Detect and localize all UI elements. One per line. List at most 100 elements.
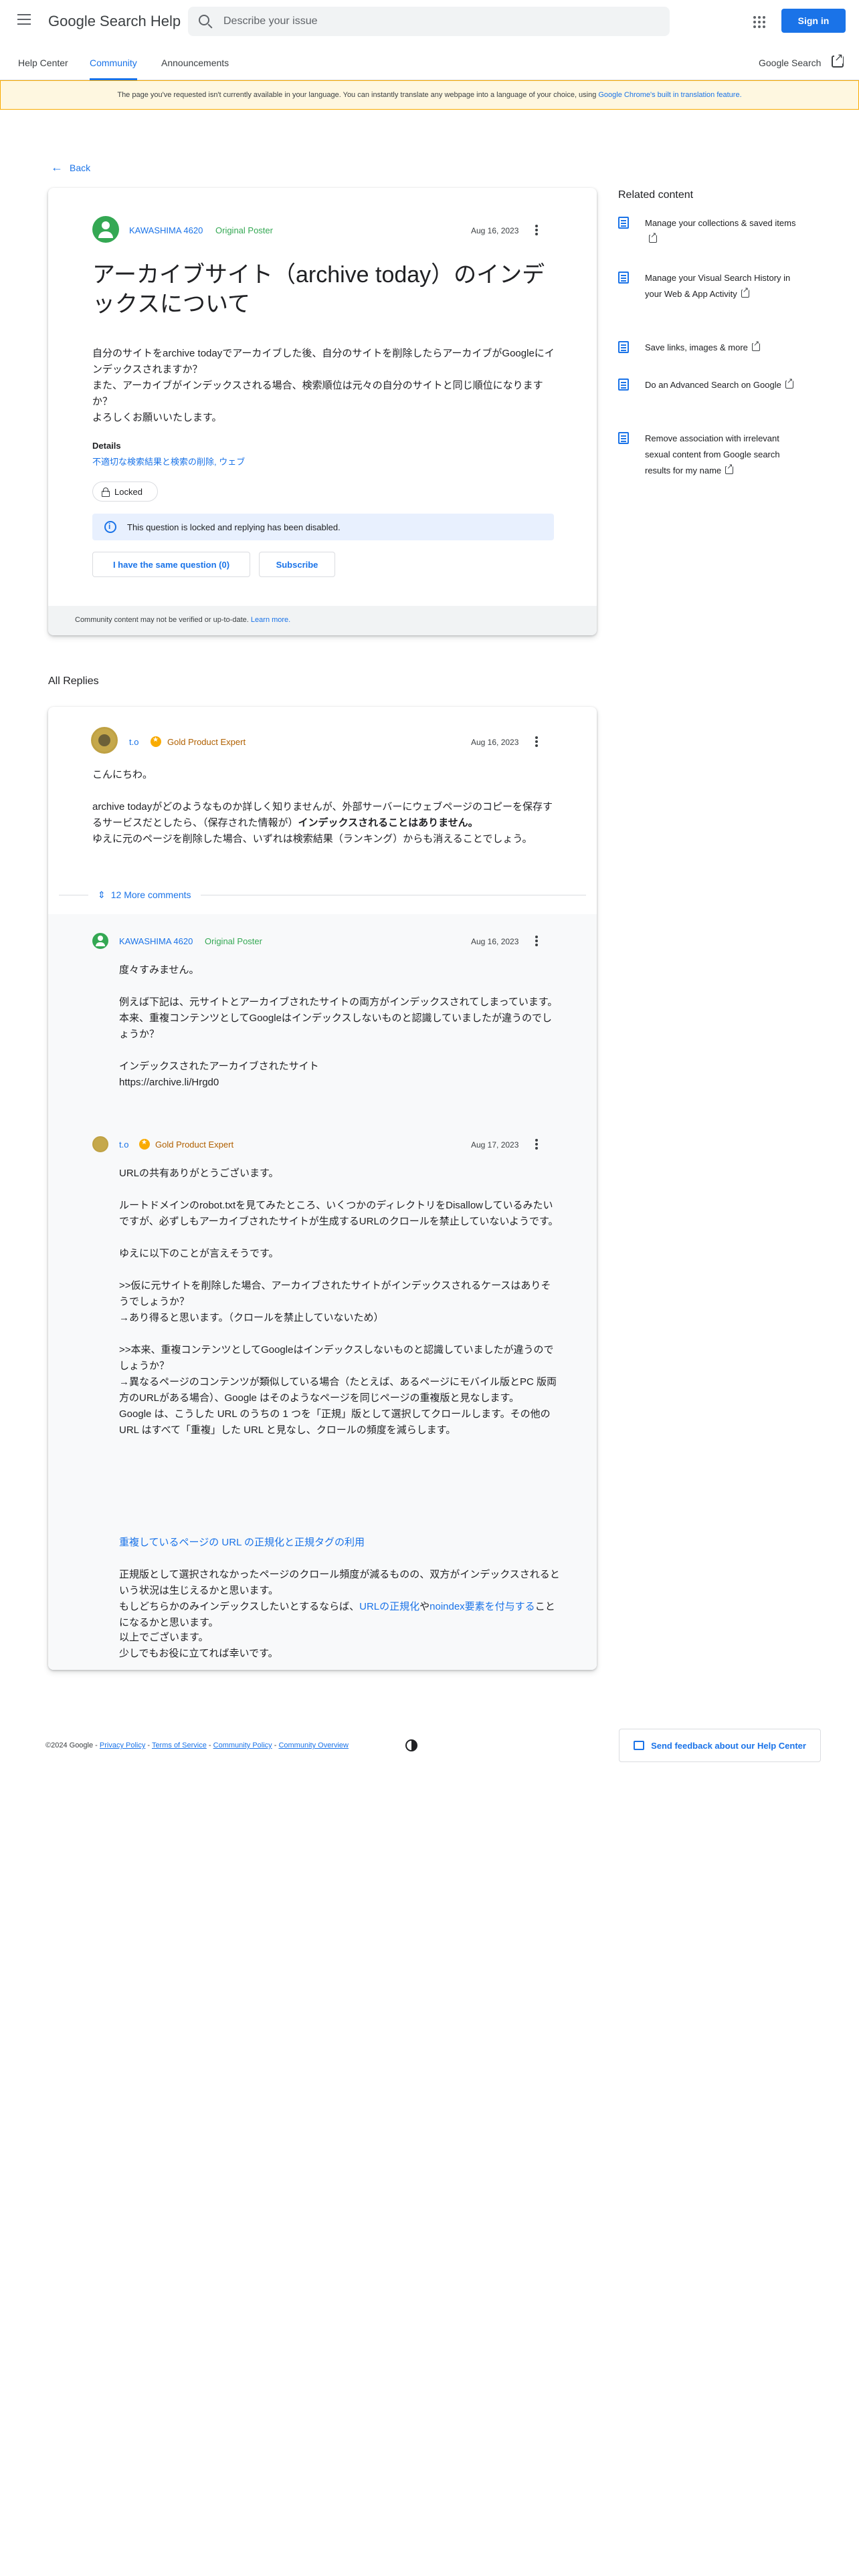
- google-search-link[interactable]: Google Search: [759, 58, 821, 68]
- canonical-guide-link[interactable]: 重複しているページの URL の正規化と正規タグの利用: [119, 1535, 561, 1551]
- page-footer: ©2024 Google - Privacy Policy - Terms of…: [45, 1741, 349, 1749]
- comment-author[interactable]: t.o: [119, 1140, 128, 1150]
- comment-body: URLの共有ありがとうございます。 ルートドメインのrobot.txtを見てみた…: [119, 1168, 559, 1436]
- feedback-label: Send feedback about our Help Center: [651, 1740, 806, 1751]
- subscribe-button[interactable]: Subscribe: [259, 552, 335, 577]
- all-replies-heading: All Replies: [48, 675, 99, 687]
- question-date: Aug 16, 2023: [471, 226, 519, 235]
- brand-title[interactable]: Google Search Help: [48, 13, 181, 30]
- comment-date: Aug 17, 2023: [471, 1140, 519, 1150]
- external-link-icon: [741, 287, 749, 298]
- send-feedback-button[interactable]: Send feedback about our Help Center: [619, 1729, 821, 1762]
- related-item-label: Do an Advanced Search on Google: [645, 380, 781, 390]
- disclaimer-text: Community content may not be verified or…: [75, 616, 249, 624]
- search-placeholder: Describe your issue: [223, 15, 318, 27]
- comment-body-continued: 正規版として選択されなかったページのクロール頻度が減るものの、双方がインデックス…: [119, 1567, 561, 1631]
- terms-link[interactable]: Terms of Service: [152, 1741, 207, 1749]
- external-link-icon: [649, 232, 657, 243]
- related-item[interactable]: Do an Advanced Search on Google: [618, 377, 805, 411]
- article-icon: [618, 379, 629, 391]
- article-icon: [618, 432, 629, 444]
- question-author[interactable]: KAWASHIMA 4620: [129, 225, 203, 235]
- locked-info-banner: This question is locked and replying has…: [92, 514, 554, 540]
- top-app-bar: Google Search Help Describe your issue S…: [0, 0, 859, 41]
- more-options-icon[interactable]: [535, 936, 538, 946]
- related-item-label: Manage your Visual Search History in you…: [645, 273, 791, 299]
- locked-chip: Locked: [92, 481, 158, 502]
- details-label: Details: [92, 441, 121, 451]
- avatar: [92, 933, 108, 949]
- external-link-icon: [785, 378, 793, 389]
- question-title: アーカイブサイト（archive today）のインデックスについて: [92, 262, 545, 317]
- gold-expert-badge: Gold Product Expert: [167, 737, 246, 747]
- details-category-link[interactable]: 不適切な検索結果と検索の削除, ウェブ: [92, 455, 245, 467]
- locked-info-text: This question is locked and replying has…: [127, 522, 341, 532]
- reply-body-part-2: ゆえに元のページを削除した場合、いずれは検索結果（ランキング）からも消えることで…: [92, 833, 533, 845]
- expand-icon: ⇕: [98, 889, 106, 900]
- community-policy-link[interactable]: Community Policy: [213, 1741, 272, 1749]
- locked-label: Locked: [114, 486, 142, 497]
- gold-expert-icon: [139, 1139, 150, 1150]
- tab-announcements[interactable]: Announcements: [161, 58, 229, 80]
- banner-text: The page you've requested isn't currentl…: [117, 91, 597, 99]
- info-icon: [104, 521, 116, 533]
- back-button[interactable]: ← Back: [51, 160, 90, 175]
- comment-closing: 以上でございます。 少しでもお役に立てれば幸いです。: [119, 1632, 278, 1659]
- more-options-icon[interactable]: [535, 225, 538, 235]
- tab-community[interactable]: Community: [90, 58, 137, 80]
- related-item-label: Manage your collections & saved items: [645, 218, 796, 228]
- more-comments-button[interactable]: ⇕ 12 More comments: [88, 887, 201, 903]
- external-link-icon: [725, 463, 734, 474]
- related-item[interactable]: Remove association with irrelevant sexua…: [618, 431, 805, 496]
- feedback-icon: [634, 1741, 645, 1750]
- related-item[interactable]: Manage your collections & saved items: [618, 215, 805, 249]
- apps-grid-icon[interactable]: [753, 16, 765, 28]
- nav-tabs: Help Center Community Announcements Goog…: [0, 51, 859, 80]
- url-canonical-link[interactable]: URLの正規化: [359, 1601, 419, 1612]
- more-comments-label: 12 More comments: [110, 889, 191, 900]
- related-item-label: Save links, images & more: [645, 342, 748, 352]
- privacy-policy-link[interactable]: Privacy Policy: [100, 1741, 145, 1749]
- original-poster-badge: Original Poster: [215, 225, 273, 235]
- community-overview-link[interactable]: Community Overview: [278, 1741, 349, 1749]
- avatar: [91, 727, 118, 754]
- question-body: 自分のサイトをarchive todayでアーカイブした後、自分のサイトを削除し…: [92, 348, 555, 423]
- search-input[interactable]: Describe your issue: [188, 7, 670, 36]
- reply-author[interactable]: t.o: [129, 737, 138, 747]
- reply-greeting: こんにちわ。: [92, 769, 153, 780]
- gold-expert-icon: [151, 736, 161, 747]
- external-link-icon[interactable]: [832, 53, 844, 68]
- related-item[interactable]: Save links, images & more: [618, 340, 805, 357]
- comment-author[interactable]: KAWASHIMA 4620: [119, 936, 193, 946]
- reply-body-bold: インデックスされることはありません。: [298, 817, 478, 829]
- search-icon: [199, 15, 209, 25]
- learn-more-link[interactable]: Learn more.: [251, 616, 290, 624]
- article-icon: [618, 272, 629, 284]
- avatar: [92, 216, 119, 243]
- translation-banner: The page you've requested isn't currentl…: [0, 80, 859, 110]
- external-link-icon: [751, 340, 760, 351]
- more-options-icon[interactable]: [535, 1139, 538, 1150]
- menu-icon[interactable]: [17, 14, 31, 25]
- back-label: Back: [70, 162, 91, 173]
- comment-text: や: [419, 1601, 430, 1612]
- more-options-icon[interactable]: [535, 736, 538, 747]
- reply-body: archive todayがどのようなものか詳しく知りませんが、外部サーバーにウ…: [92, 799, 561, 847]
- reply-card: t.o Gold Product Expert Aug 16, 2023 こんに…: [48, 707, 597, 1670]
- related-item[interactable]: Manage your Visual Search History in you…: [618, 270, 805, 320]
- gold-expert-badge: Gold Product Expert: [155, 1140, 234, 1150]
- avatar: [92, 1136, 108, 1152]
- tab-help-center[interactable]: Help Center: [18, 58, 68, 80]
- nested-comments: KAWASHIMA 4620 Original Poster Aug 16, 2…: [48, 914, 597, 1670]
- dark-mode-toggle-icon[interactable]: [405, 1739, 417, 1751]
- reply-date: Aug 16, 2023: [471, 738, 519, 747]
- same-question-button[interactable]: I have the same question (0): [92, 552, 250, 577]
- original-poster-badge: Original Poster: [205, 936, 262, 946]
- question-card: KAWASHIMA 4620 Original Poster Aug 16, 2…: [48, 188, 597, 635]
- article-icon: [618, 341, 629, 353]
- sign-in-button[interactable]: Sign in: [781, 9, 846, 33]
- noindex-link[interactable]: noindex要素を付与する: [430, 1601, 535, 1612]
- banner-link[interactable]: Google Chrome's built in translation fea…: [598, 91, 741, 99]
- related-content-heading: Related content: [618, 189, 694, 201]
- article-icon: [618, 217, 629, 229]
